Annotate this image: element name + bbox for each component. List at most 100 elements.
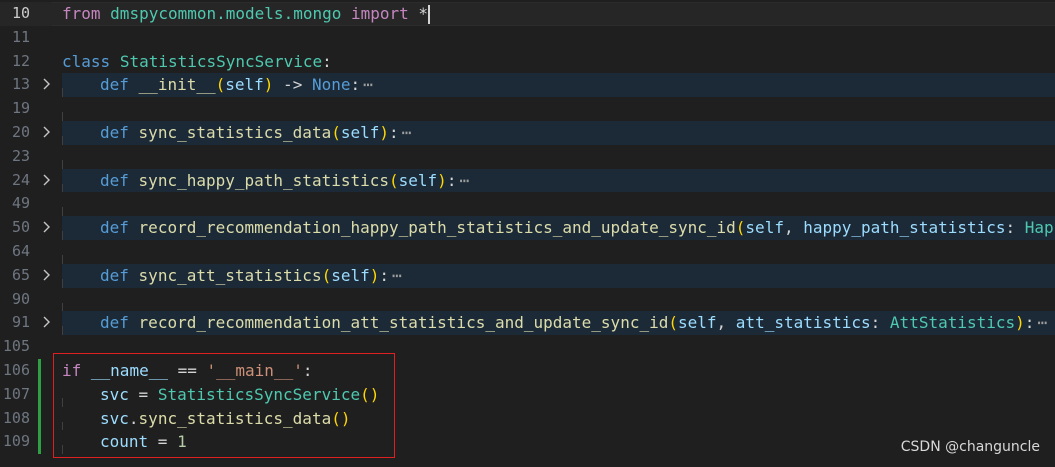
- code-token: ,: [716, 313, 736, 333]
- chevron-right-icon[interactable]: [40, 216, 54, 240]
- code-token: :: [1024, 313, 1035, 333]
- code-text[interactable]: def __init__(self) -> None: ⋯: [62, 73, 1055, 98]
- code-token: ,: [783, 218, 804, 238]
- code-text[interactable]: [62, 192, 1055, 217]
- line-number: 19: [11, 99, 30, 118]
- line-number: 24: [11, 170, 30, 189]
- code-line[interactable]: 65 def sync_att_statistics(self): ⋯: [0, 263, 1055, 288]
- chevron-right-icon[interactable]: [40, 121, 54, 145]
- text-cursor: [428, 5, 431, 24]
- code-line[interactable]: 12 class StatisticsSyncService:: [0, 50, 1055, 74]
- folded-ellipsis[interactable]: ⋯: [389, 266, 402, 285]
- code-token: (: [735, 218, 746, 238]
- line-number: 20: [11, 122, 30, 141]
- code-token: (: [668, 313, 678, 333]
- code-token: sync_att_statistics: [138, 265, 322, 285]
- code-line[interactable]: 23: [0, 145, 1055, 169]
- code-token: ): [379, 122, 390, 142]
- line-number: 90: [11, 289, 30, 308]
- line-number: 13: [11, 75, 30, 94]
- code-token: def: [100, 122, 129, 142]
- code-token: None: [311, 75, 351, 95]
- code-line[interactable]: 11: [0, 26, 1055, 50]
- line-number: 108: [2, 408, 30, 427]
- code-token: def: [100, 265, 129, 285]
- code-line[interactable]: 64: [0, 240, 1055, 264]
- code-token: :: [350, 75, 361, 95]
- line-number: 64: [11, 241, 30, 260]
- line-number: 65: [11, 265, 30, 284]
- code-token: AttStatistics: [889, 313, 1016, 333]
- line-number: 109: [2, 432, 30, 451]
- folded-ellipsis[interactable]: ⋯: [1034, 313, 1047, 332]
- code-line[interactable]: 50 def record_recommendation_happy_path_s…: [0, 216, 1055, 240]
- git-added-indicator: [38, 359, 41, 455]
- code-token: self: [745, 218, 784, 238]
- code-line[interactable]: 90: [0, 288, 1055, 312]
- code-token: self: [398, 170, 438, 190]
- code-line[interactable]: 10 from dmspycommon.models.mongo import *: [0, 2, 1055, 26]
- highlight-box: [53, 353, 395, 458]
- code-token: from: [62, 4, 101, 23]
- chevron-right-icon[interactable]: [40, 311, 54, 335]
- code-token: :: [1005, 218, 1025, 238]
- chevron-right-icon[interactable]: [40, 264, 54, 288]
- code-token: def: [100, 170, 129, 190]
- code-token: :: [389, 122, 399, 142]
- chevron-right-icon[interactable]: [40, 73, 54, 97]
- code-text[interactable]: [62, 145, 1055, 169]
- code-token: (: [389, 170, 399, 190]
- code-token: StatisticsSyncService: [119, 51, 323, 71]
- code-text[interactable]: [62, 97, 1055, 121]
- code-line[interactable]: 20 def sync_statistics_data(self): ⋯: [0, 120, 1055, 145]
- code-token: class: [62, 51, 111, 71]
- folded-ellipsis[interactable]: ⋯: [456, 171, 469, 190]
- code-line[interactable]: 13 def __init__(self) -> None: ⋯: [0, 73, 1055, 98]
- chevron-right-icon[interactable]: [40, 169, 54, 193]
- code-text[interactable]: [62, 288, 1055, 312]
- code-line[interactable]: 24 def sync_happy_path_statistics(self): ⋯: [0, 168, 1055, 193]
- line-number: 91: [11, 313, 30, 332]
- code-token: record_recommendation_att_statistics_and…: [138, 313, 669, 333]
- line-number: 50: [11, 218, 30, 237]
- code-line[interactable]: 49: [0, 192, 1055, 217]
- code-text[interactable]: def record_recommendation_happy_path_sta…: [62, 216, 1055, 240]
- code-token: :: [446, 170, 457, 190]
- code-line[interactable]: 19: [0, 97, 1055, 121]
- code-token: *: [408, 4, 429, 23]
- code-text[interactable]: from dmspycommon.models.mongo import *: [62, 2, 1055, 26]
- code-token: self: [225, 75, 264, 95]
- code-token: Happ: [1024, 218, 1055, 238]
- line-number: 106: [2, 360, 30, 379]
- line-number: 10: [11, 4, 30, 22]
- code-token: sync_statistics_data: [138, 122, 332, 142]
- code-text[interactable]: class StatisticsSyncService:: [62, 50, 1055, 74]
- code-token: :: [322, 51, 332, 71]
- folded-ellipsis[interactable]: ⋯: [360, 75, 373, 94]
- code-token: def: [100, 218, 129, 238]
- folded-ellipsis[interactable]: ⋯: [399, 123, 412, 142]
- code-text[interactable]: def record_recommendation_att_statistics…: [62, 311, 1055, 336]
- code-text[interactable]: def sync_statistics_data(self): ⋯: [62, 120, 1055, 145]
- code-token: :: [379, 265, 390, 285]
- code-token: self: [331, 265, 370, 285]
- code-token: (: [321, 265, 332, 285]
- code-text[interactable]: def sync_att_statistics(self): ⋯: [62, 263, 1055, 288]
- code-text[interactable]: [62, 240, 1055, 264]
- code-token: ): [437, 170, 447, 190]
- code-token: (: [215, 75, 226, 95]
- code-text[interactable]: def sync_happy_path_statistics(self): ⋯: [62, 168, 1055, 193]
- line-number: 11: [11, 27, 30, 46]
- code-line[interactable]: 91 def record_recommendation_att_statisti…: [0, 311, 1055, 336]
- code-token: ->: [273, 75, 312, 95]
- line-number: 23: [11, 146, 30, 165]
